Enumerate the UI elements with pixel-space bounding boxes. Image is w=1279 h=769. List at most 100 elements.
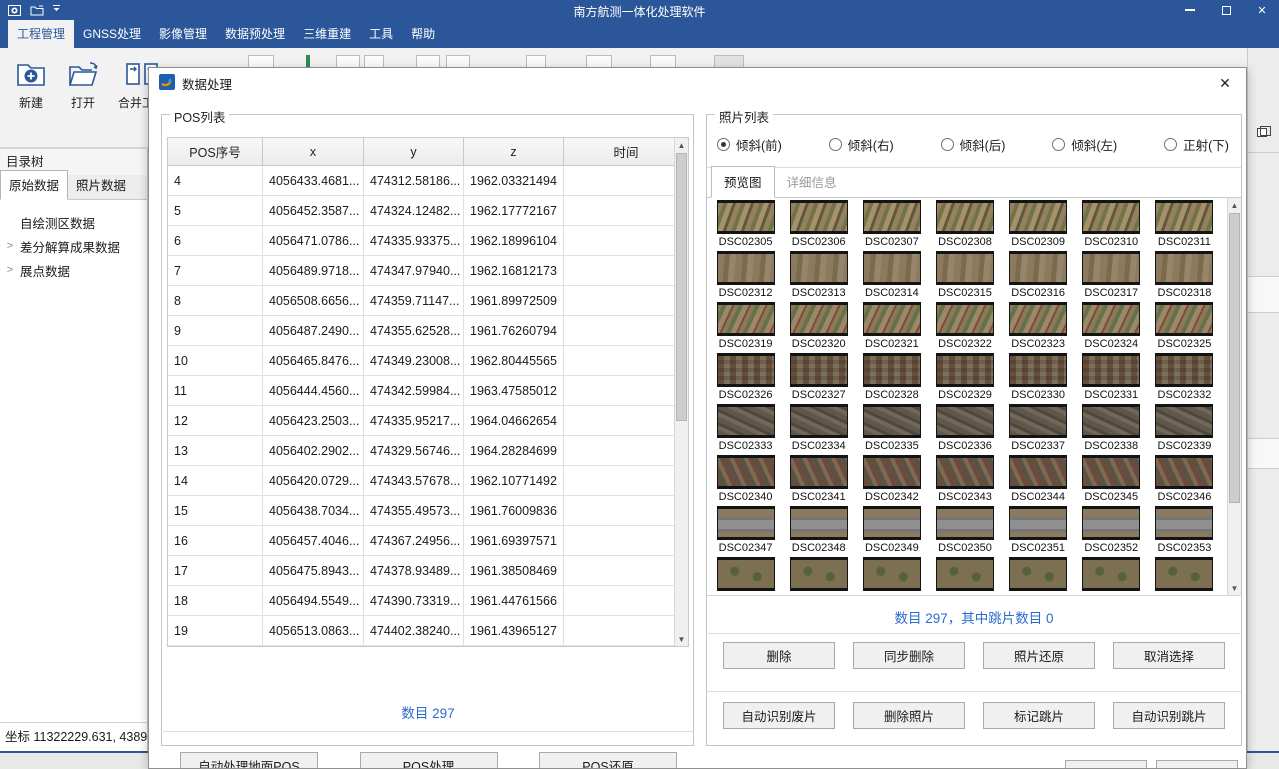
photo-thumbnail[interactable] <box>790 353 848 387</box>
photo-item[interactable]: DSC02326 <box>709 353 782 404</box>
table-row[interactable]: 54056452.3587...474324.12482...1962.1777… <box>168 196 688 226</box>
radio-icon[interactable] <box>1164 138 1177 151</box>
photo-thumbnail[interactable] <box>790 455 848 489</box>
photo-item[interactable]: DSC02310 <box>1075 200 1148 251</box>
photo-button-row2-4[interactable]: 自动识别跳片 <box>1113 702 1225 729</box>
tree-item[interactable]: >展点数据 <box>0 258 147 282</box>
photo-thumbnail[interactable] <box>936 200 994 234</box>
photo-item[interactable]: DSC02317 <box>1075 251 1148 302</box>
photo-item[interactable]: DSC02305 <box>709 200 782 251</box>
photo-item[interactable]: DSC02351 <box>1002 506 1075 557</box>
toolbar-open-button[interactable]: 打开 <box>62 56 104 113</box>
photo-item-partial[interactable] <box>782 557 855 596</box>
photo-thumbnail[interactable] <box>936 251 994 285</box>
photo-item[interactable]: DSC02328 <box>855 353 928 404</box>
photo-thumbnail[interactable] <box>717 557 775 591</box>
orientation-radio[interactable]: 倾斜(右) <box>829 135 894 154</box>
photo-thumbnail[interactable] <box>1155 251 1213 285</box>
photo-item[interactable]: DSC02339 <box>1148 404 1221 455</box>
table-row[interactable]: 164056457.4046...474367.24956...1961.693… <box>168 526 688 556</box>
photo-item[interactable]: DSC02330 <box>1002 353 1075 404</box>
table-row[interactable]: 44056433.4681...474312.58186...1962.0332… <box>168 166 688 196</box>
photo-item[interactable]: DSC02318 <box>1148 251 1221 302</box>
photo-thumbnail[interactable] <box>717 353 775 387</box>
menu-tab-5[interactable]: 三维重建 <box>294 20 360 48</box>
maximize-button[interactable] <box>1219 6 1233 15</box>
photo-item[interactable]: DSC02346 <box>1148 455 1221 506</box>
orientation-radio[interactable]: 倾斜(前) <box>717 135 782 154</box>
photo-thumbnail[interactable] <box>863 302 921 336</box>
orientation-radio[interactable]: 倾斜(后) <box>941 135 1006 154</box>
photo-item[interactable]: DSC02307 <box>855 200 928 251</box>
table-row[interactable]: 184056494.5549...474390.73319...1961.447… <box>168 586 688 616</box>
photo-item[interactable]: DSC02338 <box>1075 404 1148 455</box>
photo-item[interactable]: DSC02323 <box>1002 302 1075 353</box>
photo-thumbnail[interactable] <box>1009 302 1067 336</box>
photo-thumbnail[interactable] <box>936 506 994 540</box>
table-row[interactable]: 144056420.0729...474343.57678...1962.107… <box>168 466 688 496</box>
scroll-down-icon[interactable]: ▼ <box>675 632 688 646</box>
photo-item[interactable]: DSC02314 <box>855 251 928 302</box>
photo-item[interactable]: DSC02331 <box>1075 353 1148 404</box>
pos-scrollbar-thumb[interactable] <box>676 153 687 421</box>
photo-item[interactable]: DSC02327 <box>782 353 855 404</box>
photo-thumbnail[interactable] <box>1082 302 1140 336</box>
photo-item[interactable]: DSC02344 <box>1002 455 1075 506</box>
photo-thumbnail[interactable] <box>1009 200 1067 234</box>
radio-icon[interactable] <box>1052 138 1065 151</box>
photo-thumbnail[interactable] <box>1082 251 1140 285</box>
photo-item[interactable]: DSC02309 <box>1002 200 1075 251</box>
photo-thumbnail[interactable] <box>1082 353 1140 387</box>
photo-thumbnail[interactable] <box>863 404 921 438</box>
table-row[interactable]: 174056475.8943...474378.93489...1961.385… <box>168 556 688 586</box>
photo-thumbnail[interactable] <box>1009 251 1067 285</box>
scroll-up-icon[interactable]: ▲ <box>675 138 688 152</box>
photo-thumbnail[interactable] <box>1155 200 1213 234</box>
photo-thumbnail[interactable] <box>790 404 848 438</box>
photo-thumbnail[interactable] <box>863 557 921 591</box>
sidebar-tab-1[interactable]: 原始数据 <box>0 170 68 200</box>
photo-thumbnail[interactable] <box>936 557 994 591</box>
table-row[interactable]: 154056438.7034...474355.49573...1961.760… <box>168 496 688 526</box>
photo-thumbnail[interactable] <box>863 455 921 489</box>
pos-column-header[interactable]: 时间 <box>564 138 688 165</box>
photo-scrollbar[interactable]: ▲ ▼ <box>1227 198 1241 595</box>
float-panel-icon[interactable] <box>1257 128 1267 137</box>
photo-thumbnail[interactable] <box>1082 200 1140 234</box>
photo-thumbnail[interactable] <box>790 557 848 591</box>
orientation-radio[interactable]: 倾斜(左) <box>1052 135 1117 154</box>
photo-thumbnail[interactable] <box>1009 404 1067 438</box>
menu-tab-4[interactable]: 数据预处理 <box>216 20 294 48</box>
photo-item[interactable]: DSC02340 <box>709 455 782 506</box>
photo-item[interactable]: DSC02342 <box>855 455 928 506</box>
photo-thumbnail[interactable] <box>936 302 994 336</box>
photo-item[interactable]: DSC02350 <box>928 506 1001 557</box>
photo-thumbnail[interactable] <box>717 200 775 234</box>
table-row[interactable]: 64056471.0786...474335.93375...1962.1899… <box>168 226 688 256</box>
photo-button-row2-3[interactable]: 标记跳片 <box>983 702 1095 729</box>
photo-item[interactable]: DSC02311 <box>1148 200 1221 251</box>
photo-item[interactable]: DSC02334 <box>782 404 855 455</box>
photo-thumbnail[interactable] <box>790 506 848 540</box>
table-row[interactable]: 94056487.2490...474355.62528...1961.7626… <box>168 316 688 346</box>
photo-item[interactable]: DSC02312 <box>709 251 782 302</box>
photo-thumbnail[interactable] <box>1155 455 1213 489</box>
photo-item[interactable]: DSC02322 <box>928 302 1001 353</box>
menu-tab-3[interactable]: 影像管理 <box>150 20 216 48</box>
pos-scrollbar[interactable]: ▲ ▼ <box>674 138 688 646</box>
photo-item[interactable]: DSC02336 <box>928 404 1001 455</box>
radio-icon[interactable] <box>717 138 730 151</box>
photo-item[interactable]: DSC02348 <box>782 506 855 557</box>
photo-thumbnail[interactable] <box>717 251 775 285</box>
photo-item[interactable]: DSC02316 <box>1002 251 1075 302</box>
photo-button-row2-1[interactable]: 自动识别废片 <box>723 702 835 729</box>
menu-tab-2[interactable]: GNSS处理 <box>74 20 150 48</box>
pos-column-header[interactable]: x <box>263 138 364 165</box>
photo-item[interactable]: DSC02319 <box>709 302 782 353</box>
photo-thumbnail[interactable] <box>863 251 921 285</box>
photo-thumbnail[interactable] <box>1009 455 1067 489</box>
photo-thumbnail[interactable] <box>1009 557 1067 591</box>
table-row[interactable]: 134056402.2902...474329.56746...1964.282… <box>168 436 688 466</box>
photo-item[interactable]: DSC02313 <box>782 251 855 302</box>
pos-column-header[interactable]: y <box>364 138 464 165</box>
